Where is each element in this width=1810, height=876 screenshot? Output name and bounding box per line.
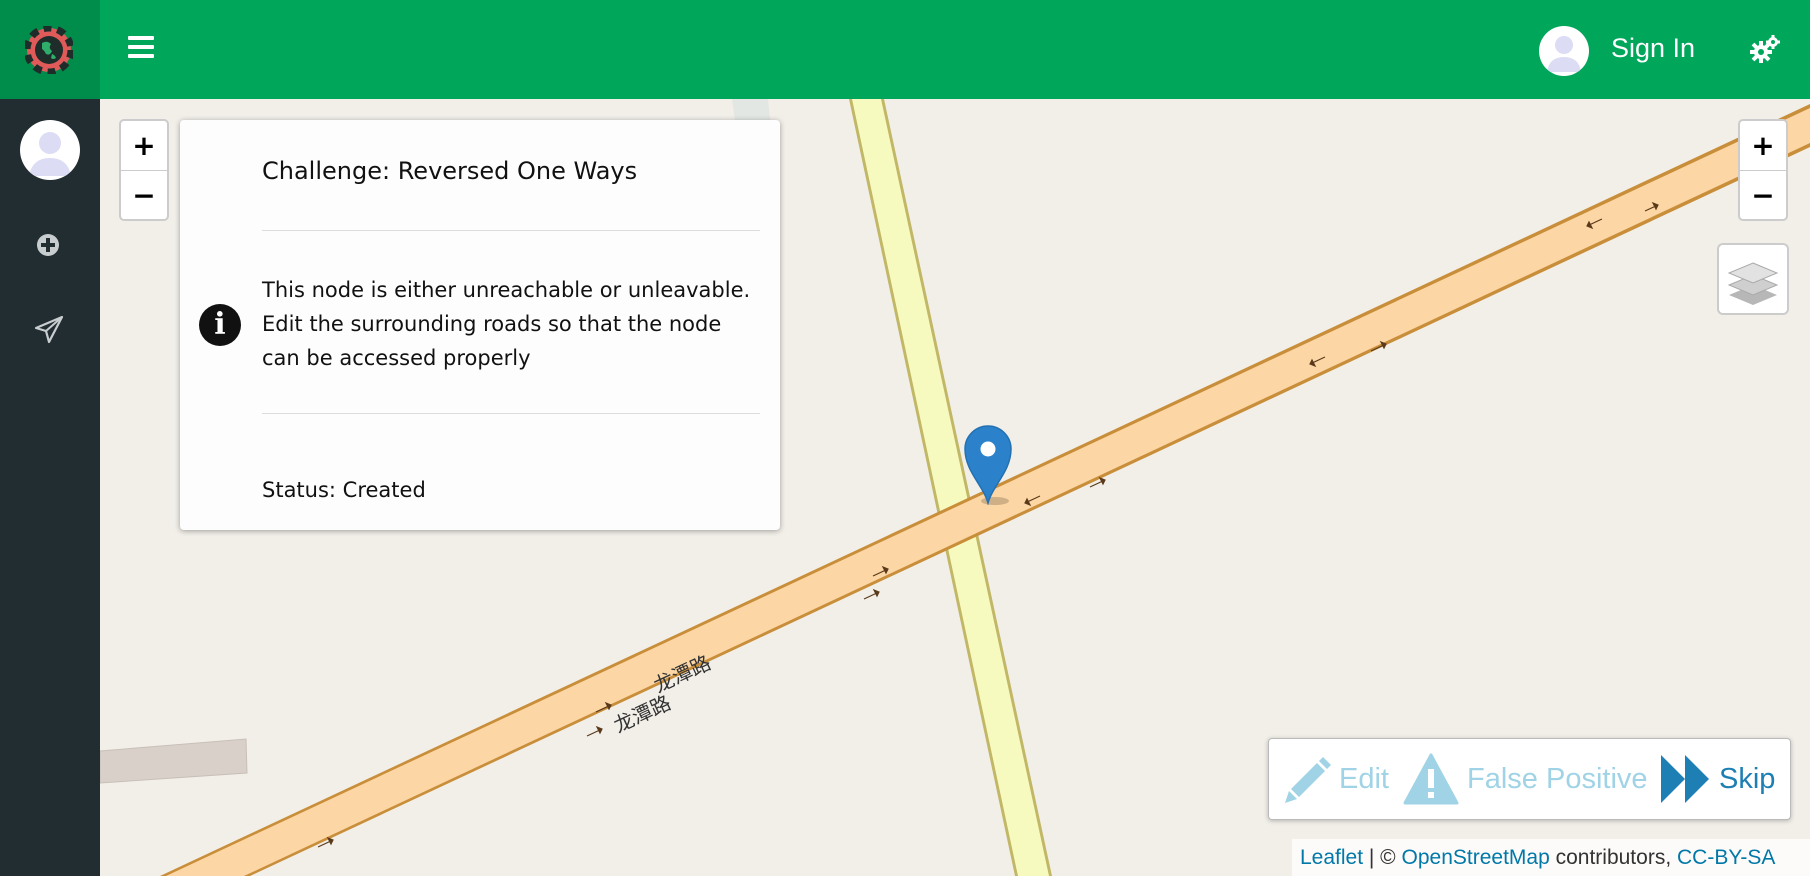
maproulette-logo-icon bbox=[25, 26, 73, 74]
attribution-contributors: contributors, bbox=[1549, 846, 1677, 869]
right-zoom-control: + − bbox=[1738, 119, 1788, 221]
challenge-title: Challenge: Reversed One Ways bbox=[262, 157, 638, 185]
map-canvas[interactable]: 龙潭路 龙潭路 + − + − Challenge: Reversed One … bbox=[100, 99, 1810, 876]
map-marker-icon[interactable] bbox=[963, 423, 1013, 505]
paper-plane-icon[interactable] bbox=[34, 315, 64, 345]
challenge-description: This node is either unreachable or unlea… bbox=[262, 278, 751, 370]
challenge-info-panel: Challenge: Reversed One Ways i This node… bbox=[180, 120, 780, 530]
user-silhouette-icon bbox=[29, 132, 71, 176]
license-link[interactable]: CC-BY-SA bbox=[1677, 846, 1775, 869]
top-navbar: Sign In bbox=[0, 0, 1810, 99]
attribution-separator: | © bbox=[1363, 846, 1402, 869]
user-silhouette-icon bbox=[1547, 36, 1581, 72]
sidebar-user-avatar[interactable] bbox=[20, 120, 80, 180]
logo-container[interactable] bbox=[0, 0, 100, 99]
sign-in-link[interactable]: Sign In bbox=[1611, 33, 1695, 64]
zoom-in-button[interactable]: + bbox=[1740, 121, 1786, 171]
divider bbox=[262, 230, 760, 231]
fast-forward-icon bbox=[1661, 755, 1709, 803]
pencil-icon bbox=[1285, 757, 1331, 803]
zoom-in-button[interactable]: + bbox=[121, 121, 167, 171]
false-positive-label: False Positive bbox=[1467, 762, 1648, 795]
edit-label: Edit bbox=[1339, 762, 1389, 795]
warning-icon bbox=[1403, 753, 1459, 805]
edit-button[interactable]: Edit bbox=[1283, 739, 1389, 819]
left-zoom-control: + − bbox=[119, 119, 169, 221]
layers-button[interactable] bbox=[1717, 243, 1789, 315]
user-avatar[interactable] bbox=[1539, 26, 1589, 76]
menu-toggle-icon[interactable] bbox=[128, 36, 154, 58]
skip-label: Skip bbox=[1719, 762, 1776, 795]
false-positive-button[interactable]: False Positive bbox=[1403, 739, 1648, 819]
info-icon: i bbox=[199, 304, 241, 346]
map-attribution: Leaflet | © OpenStreetMap contributors, … bbox=[1292, 839, 1810, 876]
leaflet-link[interactable]: Leaflet bbox=[1300, 846, 1363, 869]
gears-icon[interactable] bbox=[1749, 34, 1781, 66]
layers-icon bbox=[1727, 262, 1779, 305]
task-action-bar: Edit False Positive Skip bbox=[1268, 738, 1791, 820]
plus-circle-icon[interactable] bbox=[36, 233, 60, 257]
zoom-out-button[interactable]: − bbox=[121, 171, 167, 220]
challenge-status: Status: Created bbox=[262, 478, 426, 502]
sidebar bbox=[0, 99, 100, 876]
openstreetmap-link[interactable]: OpenStreetMap bbox=[1402, 846, 1550, 869]
skip-button[interactable]: Skip bbox=[1659, 739, 1775, 819]
zoom-out-button[interactable]: − bbox=[1740, 171, 1786, 220]
divider bbox=[262, 413, 760, 414]
